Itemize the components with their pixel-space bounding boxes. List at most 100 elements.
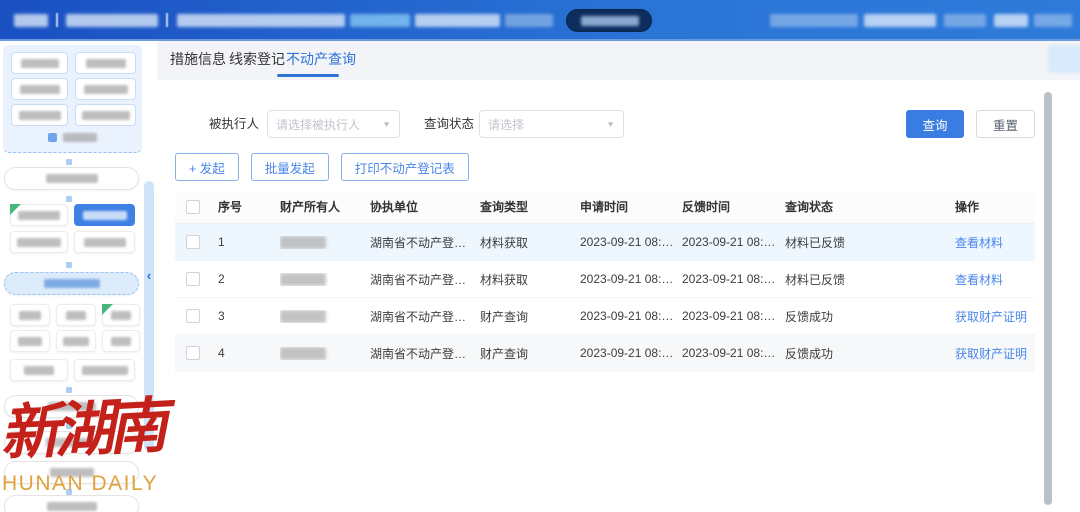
sidebar-button[interactable] (10, 204, 68, 226)
status-select[interactable]: 请选择 ▼ (479, 110, 624, 138)
header-badge-blurred-text (581, 16, 639, 26)
action-row: + 发起 批量发起 打印不动产登记表 (175, 153, 469, 181)
cell-type: 材料获取 (480, 271, 580, 288)
header-blurred-link[interactable] (994, 14, 1028, 27)
tab-measures-info[interactable]: 措施信息 (170, 41, 226, 77)
cell-type: 财产查询 (480, 308, 580, 325)
cell-unit: 湖南省不动产登记... (370, 234, 480, 251)
sidebar-button[interactable] (11, 52, 68, 74)
col-header-apply-time: 申请时间 (580, 191, 682, 223)
header-blurred-text (177, 14, 345, 27)
header-blurred-link[interactable] (1034, 14, 1072, 27)
table-row[interactable]: 2 湖南省不动产登记... 材料获取 2023-09-21 08:11:38 2… (175, 261, 1035, 298)
sidebar-button[interactable] (56, 304, 96, 326)
cell-no: 4 (218, 346, 280, 360)
row-action-link[interactable]: 获取财产证明 (955, 347, 1027, 361)
top-header (0, 0, 1080, 41)
screen: ‹ 新湖南 HUNAN DAILY 措施信息 线索登记 不动产查询 被执行人 请… (0, 0, 1080, 512)
sidebar-button[interactable] (75, 78, 136, 100)
vertical-scrollbar[interactable] (1044, 92, 1052, 505)
sidebar-pill-button[interactable] (4, 167, 139, 190)
logo-chinese-text: 新湖南 (0, 386, 170, 475)
query-button[interactable]: 查询 (906, 110, 964, 138)
small-checkbox-icon[interactable] (48, 133, 57, 142)
sidebar-button[interactable] (56, 330, 96, 352)
sidebar-button[interactable] (10, 330, 50, 352)
cell-status: 材料已反馈 (785, 234, 955, 251)
status-placeholder: 请选择 (488, 116, 602, 133)
cell-feedback-time: 2023-09-21 08:11:44 (682, 272, 785, 286)
blurred-name (280, 310, 326, 323)
cell-apply-time: 2023-09-21 08:11:38 (580, 272, 682, 286)
row-action-link[interactable]: 查看材料 (955, 236, 1003, 250)
col-header-type: 查询类型 (480, 191, 580, 223)
tab-real-estate-query[interactable]: 不动产查询 (286, 41, 356, 77)
chevron-down-icon: ▼ (606, 120, 615, 128)
row-action-link[interactable]: 获取财产证明 (955, 310, 1027, 324)
cell-no: 2 (218, 272, 280, 286)
col-header-status: 查询状态 (785, 191, 955, 223)
initiate-button[interactable]: + 发起 (175, 153, 239, 181)
table-body: 1 湖南省不动产登记... 材料获取 2023-09-21 08:46:58 2… (175, 224, 1035, 372)
active-tab-underline (277, 74, 339, 77)
header-blurred-text (14, 14, 48, 27)
reset-button[interactable]: 重置 (976, 110, 1035, 138)
cell-apply-time: 2023-09-21 08:04:12 (580, 346, 682, 360)
sidebar-button[interactable] (10, 359, 68, 381)
tab-clue-registration[interactable]: 线索登记 (229, 41, 285, 77)
cell-owner-blurred (280, 236, 370, 249)
header-badge-pill[interactable] (566, 9, 652, 32)
header-blurred-text (66, 14, 158, 27)
print-registration-button[interactable]: 打印不动产登记表 (341, 153, 469, 181)
sidebar-blurred-label (63, 133, 97, 142)
sidebar-checkbox-row[interactable] (3, 133, 142, 142)
table-row[interactable]: 1 湖南省不动产登记... 材料获取 2023-09-21 08:46:58 2… (175, 224, 1035, 261)
sidebar-pill-highlighted[interactable] (4, 272, 139, 295)
flow-connector (66, 196, 72, 202)
sidebar-button[interactable] (74, 359, 135, 381)
cell-feedback-time: 2023-09-21 08:04:29 (682, 346, 785, 360)
table-row[interactable]: 4 湖南省不动产登记... 财产查询 2023-09-21 08:04:12 2… (175, 335, 1035, 372)
sidebar-button[interactable] (10, 304, 50, 326)
cell-status: 反馈成功 (785, 308, 955, 325)
cell-status: 材料已反馈 (785, 271, 955, 288)
executee-select[interactable]: 请选择被执行人 ▼ (267, 110, 400, 138)
sidebar-button[interactable] (102, 304, 140, 326)
row-checkbox[interactable] (186, 272, 200, 286)
sidebar-button[interactable] (75, 104, 136, 126)
cell-apply-time: 2023-09-21 08:46:58 (580, 235, 682, 249)
query-results-table: 序号 财产所有人 协执单位 查询类型 申请时间 反馈时间 查询状态 操作 1 湖… (175, 191, 1035, 372)
header-blurred-link[interactable] (770, 14, 858, 27)
filter-row: 被执行人 请选择被执行人 ▼ 查询状态 请选择 ▼ 查询 重置 (157, 109, 1080, 139)
row-checkbox[interactable] (186, 235, 200, 249)
cell-apply-time: 2023-09-21 08:04:12 (580, 309, 682, 323)
header-blurred-link[interactable] (864, 14, 936, 27)
cell-owner-blurred (280, 273, 370, 286)
tab-bar: 措施信息 线索登记 不动产查询 (157, 41, 1080, 80)
sidebar-button[interactable] (102, 330, 140, 352)
executee-placeholder: 请选择被执行人 (276, 116, 378, 133)
sidebar-button[interactable] (10, 231, 68, 253)
tabbar-corner-widget[interactable] (1048, 45, 1080, 73)
table-row[interactable]: 3 湖南省不动产登记... 财产查询 2023-09-21 08:04:12 2… (175, 298, 1035, 335)
hunan-daily-logo: 新湖南 HUNAN DAILY (0, 390, 168, 512)
sidebar-button[interactable] (74, 231, 135, 253)
sidebar-button-active[interactable] (74, 204, 135, 226)
sidebar-collapse-icon[interactable]: ‹ (143, 268, 155, 284)
blurred-name (280, 273, 326, 286)
col-header-no: 序号 (218, 191, 280, 223)
sidebar-button[interactable] (75, 52, 136, 74)
chevron-down-icon: ▼ (382, 120, 391, 128)
sidebar-button[interactable] (11, 104, 68, 126)
row-checkbox[interactable] (186, 309, 200, 323)
sidebar-button[interactable] (11, 78, 68, 100)
logo-english-text: HUNAN DAILY (2, 472, 168, 496)
cell-unit: 湖南省不动产登记... (370, 345, 480, 362)
batch-initiate-button[interactable]: 批量发起 (251, 153, 329, 181)
cell-owner-blurred (280, 347, 370, 360)
cell-type: 材料获取 (480, 234, 580, 251)
select-all-checkbox[interactable] (186, 200, 200, 214)
row-action-link[interactable]: 查看材料 (955, 273, 1003, 287)
row-checkbox[interactable] (186, 346, 200, 360)
header-blurred-link[interactable] (944, 14, 986, 27)
